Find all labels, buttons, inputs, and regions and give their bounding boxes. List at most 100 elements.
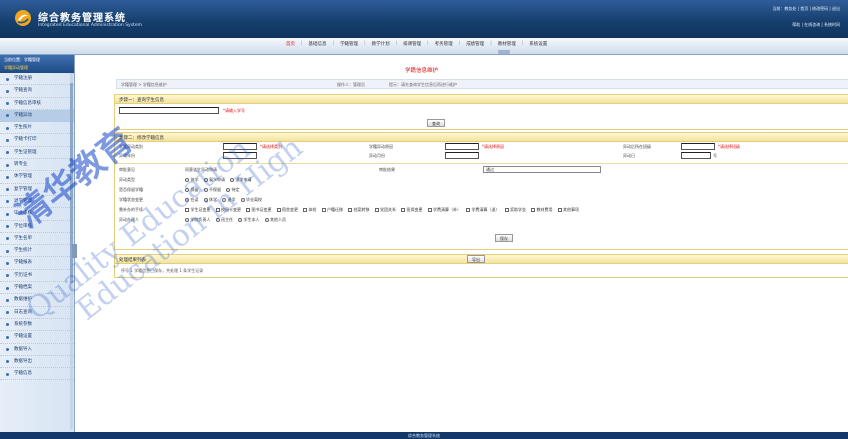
checkbox-option[interactable]: 学费清算（补） xyxy=(427,207,461,213)
sidebar-item[interactable]: 学籍报表 xyxy=(0,257,74,270)
sidebar-item[interactable]: 学籍信息审核 xyxy=(0,98,74,110)
checkbox[interactable] xyxy=(215,208,220,212)
sidebar-item[interactable]: 学生照片 xyxy=(0,122,74,135)
checkbox[interactable] xyxy=(531,208,535,212)
export-button[interactable]: 导出 xyxy=(467,255,485,263)
checkbox-option[interactable]: 校园卡变更 xyxy=(215,207,241,213)
menu-collapse-toggle[interactable] xyxy=(498,50,510,54)
sidebar-item[interactable]: 学历证书 xyxy=(0,270,74,283)
radio-option[interactable]: 不保留 xyxy=(203,187,221,193)
checkbox[interactable] xyxy=(466,208,470,212)
user-info-bar[interactable]: 当前：教务处 | 首页 | 修改密码 | 退出 xyxy=(772,6,840,12)
radio-button[interactable] xyxy=(203,198,208,202)
sidebar-item[interactable]: 休学管理 xyxy=(0,171,74,184)
sidebar-collapse-handle[interactable] xyxy=(72,244,77,258)
menu-item-textbooks[interactable]: 教材管理 xyxy=(492,41,522,47)
sidebar-item[interactable]: 学生证管理 xyxy=(0,147,74,160)
radio-option[interactable]: 在读 xyxy=(185,197,199,203)
sidebar-item[interactable]: 系统参数 xyxy=(0,319,74,332)
user-links-bar[interactable]: 帮助 | 在线咨询 | 系统时间 xyxy=(792,22,840,28)
radio-option[interactable]: 休学 xyxy=(185,177,199,183)
radio-button[interactable] xyxy=(264,218,269,222)
sidebar-item[interactable]: 日志查询 xyxy=(0,307,74,319)
checkbox[interactable] xyxy=(246,208,250,212)
sidebar-item[interactable]: 学位审核 xyxy=(0,221,74,233)
approval-result-select[interactable]: 通过 xyxy=(483,166,601,173)
radio-button[interactable] xyxy=(185,178,189,182)
sidebar-item[interactable]: 数据导入 xyxy=(0,344,74,356)
menu-item-exams[interactable]: 考务管理 xyxy=(429,41,459,47)
checkbox[interactable] xyxy=(427,208,432,212)
day-input[interactable] xyxy=(681,152,711,159)
checkbox-option[interactable]: 教材费用 xyxy=(531,207,553,213)
radio-option[interactable]: 复学申请 xyxy=(203,177,225,183)
sidebar-item[interactable]: 数据维护 xyxy=(0,294,74,307)
save-button[interactable]: 保存 xyxy=(495,234,513,242)
change-reason-input[interactable] xyxy=(445,143,479,150)
checkbox-option[interactable]: 档案转移 xyxy=(348,207,370,213)
radio-option[interactable]: 学生本人 xyxy=(238,217,260,223)
checkbox[interactable] xyxy=(557,208,562,212)
sidebar-item[interactable]: 学生统计 xyxy=(0,245,74,258)
sidebar-item[interactable]: 复学管理 xyxy=(0,184,74,196)
sidebar-item[interactable]: 学籍档案 xyxy=(0,282,74,295)
sidebar-item[interactable]: 学生名单 xyxy=(0,233,74,246)
sidebar-item-active[interactable]: 学籍异动 xyxy=(0,109,74,123)
radio-option[interactable]: 休学 xyxy=(203,197,217,203)
menu-item-basic-info[interactable]: 基础信息 xyxy=(303,41,333,47)
checkbox-option[interactable]: 党团关系 xyxy=(374,207,396,213)
sidebar-item[interactable]: 转专业 xyxy=(0,159,74,172)
radio-button[interactable] xyxy=(226,188,230,192)
radio-option[interactable]: 待定 xyxy=(226,187,240,193)
checkbox-option[interactable]: 户籍迁移 xyxy=(321,207,343,213)
sidebar-item[interactable]: 退学管理 xyxy=(0,196,74,209)
year-input[interactable] xyxy=(223,152,257,159)
checkbox[interactable] xyxy=(348,208,352,212)
menu-item-grades[interactable]: 成绩管理 xyxy=(460,41,490,47)
radio-option[interactable]: 退学 xyxy=(222,197,236,203)
checkbox[interactable] xyxy=(504,208,509,212)
radio-option[interactable]: 班主任 xyxy=(215,217,233,223)
sidebar-item[interactable]: 毕业审核 xyxy=(0,208,74,221)
checkbox-option[interactable]: 体检 xyxy=(303,207,317,213)
student-id-input[interactable] xyxy=(119,107,219,114)
sidebar-item[interactable]: 数据导出 xyxy=(0,356,74,369)
radio-button[interactable] xyxy=(203,188,208,192)
menu-item-student-status[interactable]: 学籍管理 xyxy=(334,41,364,47)
radio-button[interactable] xyxy=(185,198,189,202)
checkbox[interactable] xyxy=(401,208,405,212)
sidebar-item[interactable]: 学籍卡打印 xyxy=(0,134,74,147)
sidebar-item[interactable]: 学籍信息 xyxy=(0,368,74,381)
checkbox[interactable] xyxy=(321,208,326,212)
checkbox-option[interactable]: 其他事项 xyxy=(557,207,579,213)
target-class-input[interactable] xyxy=(681,143,715,150)
checkbox[interactable] xyxy=(276,208,281,212)
radio-button[interactable] xyxy=(230,178,234,182)
checkbox[interactable] xyxy=(374,208,379,212)
checkbox-option[interactable]: 学生证变更 xyxy=(185,207,211,213)
radio-option[interactable]: 其他人员 xyxy=(264,217,286,223)
menu-item-home[interactable]: 首页 xyxy=(280,41,301,47)
radio-option[interactable]: 保留 xyxy=(185,187,199,193)
checkbox-option[interactable]: 奖助学金 xyxy=(504,207,526,213)
checkbox-option[interactable]: 宿舍变更 xyxy=(276,207,298,213)
sidebar-item[interactable]: 学籍注册 xyxy=(0,73,74,86)
radio-button[interactable] xyxy=(185,188,189,192)
menu-item-settings[interactable]: 系统设置 xyxy=(523,41,553,47)
checkbox-option[interactable]: 学费清算（退） xyxy=(466,207,500,213)
sidebar-item[interactable]: 学籍查询 xyxy=(0,85,74,98)
radio-button[interactable] xyxy=(240,198,245,202)
checkbox-option[interactable]: 图书证变更 xyxy=(246,207,272,213)
menu-item-scheduling[interactable]: 排课管理 xyxy=(397,41,427,47)
radio-button[interactable] xyxy=(203,178,208,182)
radio-option[interactable]: 学院负责人 xyxy=(185,217,211,223)
radio-option[interactable]: 退学申请 xyxy=(230,177,252,183)
month-input[interactable] xyxy=(445,152,479,159)
query-button[interactable]: 查询 xyxy=(427,119,445,127)
checkbox[interactable] xyxy=(303,208,307,212)
radio-button[interactable] xyxy=(238,218,242,222)
change-type-input[interactable] xyxy=(223,143,257,150)
radio-button[interactable] xyxy=(215,218,220,222)
checkbox[interactable] xyxy=(185,208,189,212)
radio-button[interactable] xyxy=(185,218,189,222)
